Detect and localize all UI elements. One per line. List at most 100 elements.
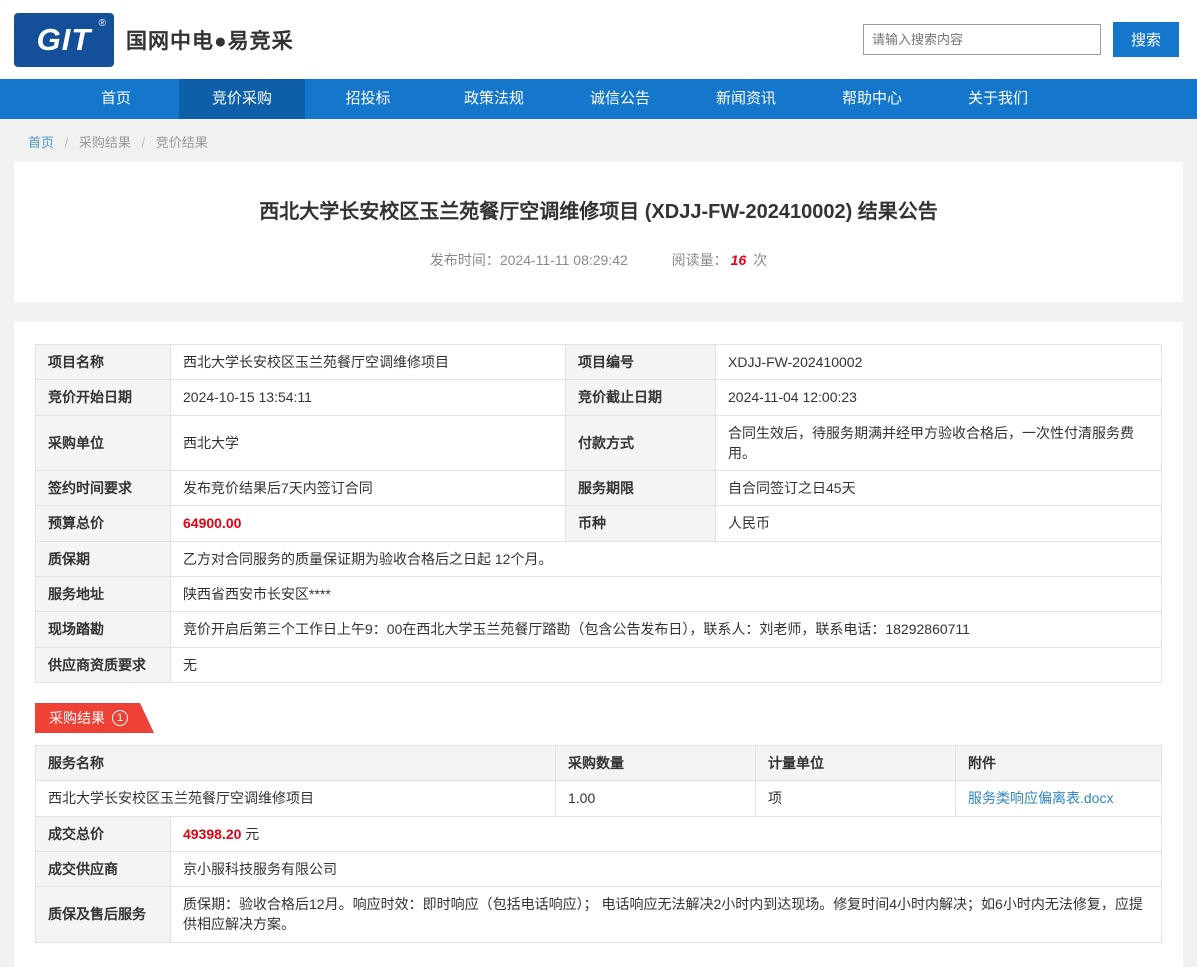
- table-row: 质保及售后服务 质保期：验收合格后12月。响应时效：即时响应（包括电话响应）； …: [35, 886, 1162, 943]
- info-label: 签约时间要求: [35, 470, 171, 507]
- publish-time-label: 发布时间：: [429, 252, 500, 268]
- info-label: 质保期: [35, 540, 171, 578]
- col-quantity: 采购数量: [555, 744, 756, 782]
- col-unit: 计量单位: [755, 744, 956, 782]
- info-label: 币种: [565, 505, 716, 542]
- attachment-cell: 服务类响应偏离表.docx: [955, 780, 1162, 817]
- info-value: 竞价开启后第三个工作日上午9：00在西北大学玉兰苑餐厅踏勘（包含公告发布日），联…: [170, 611, 1162, 648]
- nav-item-policies[interactable]: 政策法规: [431, 79, 557, 119]
- ribbon-number-badge: 1: [112, 710, 128, 726]
- nav-item-credit-notices[interactable]: 诚信公告: [557, 79, 683, 119]
- article-meta: 发布时间：2024-11-11 08:29:42 阅读量： 16 次: [74, 250, 1123, 270]
- git-logo[interactable]: GIT ®: [14, 12, 114, 67]
- col-service-name: 服务名称: [35, 744, 556, 782]
- info-value: 人民币: [715, 505, 1162, 542]
- table-row: 采购单位 西北大学 付款方式 合同生效后，待服务期满并经甲方验收合格后，一次性付…: [35, 414, 1162, 472]
- info-value: XDJJ-FW-202410002: [715, 343, 1162, 381]
- info-label: 供应商资质要求: [35, 646, 171, 683]
- table-row: 质保期 乙方对合同服务的质量保证期为验收合格后之日起 12个月。: [35, 540, 1162, 578]
- budget-total-value: 64900.00: [170, 505, 566, 542]
- project-info-table: 项目名称 西北大学长安校区玉兰苑餐厅空调维修项目 项目编号 XDJJ-FW-20…: [35, 343, 1162, 683]
- table-row: 现场踏勘 竞价开启后第三个工作日上午9：00在西北大学玉兰苑餐厅踏勘（包含公告发…: [35, 611, 1162, 648]
- publish-time-group: 发布时间：2024-11-11 08:29:42: [430, 252, 632, 268]
- warranty-value: 质保期：验收合格后12月。响应时效：即时响应（包括电话响应）； 电话响应无法解决…: [170, 886, 1162, 943]
- deal-price-cell: 49398.20 元: [170, 815, 1162, 852]
- info-value: 无: [170, 646, 1162, 683]
- info-value: 陕西省西安市长安区****: [170, 576, 1162, 613]
- result-ribbon: 采购结果 1: [35, 703, 154, 733]
- publish-time-value: 2024-11-11 08:29:42: [499, 252, 628, 268]
- deal-price-label: 成交总价: [35, 815, 171, 852]
- views-unit: 次: [753, 252, 768, 268]
- table-row: 西北大学长安校区玉兰苑餐厅空调维修项目 1.00 项 服务类响应偏离表.docx: [35, 780, 1162, 817]
- info-label: 项目编号: [565, 343, 716, 381]
- nav-item-home[interactable]: 首页: [53, 79, 179, 119]
- announcement-header-card: 西北大学长安校区玉兰苑餐厅空调维修项目 (XDJJ-FW-202410002) …: [14, 162, 1183, 302]
- info-label: 服务地址: [35, 576, 171, 613]
- unit-value: 项: [755, 780, 956, 817]
- info-label: 预算总价: [35, 505, 171, 542]
- info-value: 西北大学: [170, 414, 566, 472]
- info-label: 采购单位: [35, 414, 171, 472]
- info-label: 现场踏勘: [35, 611, 171, 648]
- table-header-row: 服务名称 采购数量 计量单位 附件: [35, 744, 1162, 782]
- table-row: 预算总价 64900.00 币种 人民币: [35, 505, 1162, 542]
- warranty-label: 质保及售后服务: [35, 886, 171, 943]
- nav-item-tenders[interactable]: 招投标: [305, 79, 431, 119]
- breadcrumb-bid-results: 竞价结果: [155, 135, 208, 150]
- breadcrumb-procurement-results[interactable]: 采购结果: [79, 135, 131, 150]
- announcement-body-card: 项目名称 西北大学长安校区玉兰苑餐厅空调维修项目 项目编号 XDJJ-FW-20…: [14, 322, 1183, 967]
- supplier-label: 成交供应商: [35, 850, 171, 888]
- search-bar: 搜索: [863, 22, 1179, 57]
- result-ribbon-row: 采购结果 1: [35, 703, 1162, 733]
- nav-item-about-us[interactable]: 关于我们: [935, 79, 1061, 119]
- info-label: 项目名称: [35, 343, 171, 381]
- info-label: 付款方式: [565, 414, 716, 472]
- nav-item-help-center[interactable]: 帮助中心: [809, 79, 935, 119]
- breadcrumb-separator: /: [141, 135, 146, 150]
- info-value: 合同生效后，待服务期满并经甲方验收合格后，一次性付清服务费用。: [715, 414, 1162, 472]
- main-nav: 首页 竞价采购 招投标 政策法规 诚信公告 新闻资讯 帮助中心 关于我们: [0, 79, 1197, 119]
- result-table: 服务名称 采购数量 计量单位 附件 西北大学长安校区玉兰苑餐厅空调维修项目 1.…: [35, 744, 1162, 943]
- attachment-link[interactable]: 服务类响应偏离表.docx: [968, 790, 1113, 806]
- breadcrumb-separator: /: [64, 135, 69, 150]
- supplier-value: 京小服科技服务有限公司: [170, 850, 1162, 888]
- result-ribbon-label: 采购结果: [49, 709, 105, 726]
- info-value: 2024-10-15 13:54:11: [170, 379, 566, 416]
- top-header: GIT ® 国网中电●易竞采 搜索: [0, 0, 1197, 79]
- deal-price-unit: 元: [245, 825, 260, 842]
- info-value: 西北大学长安校区玉兰苑餐厅空调维修项目: [170, 343, 566, 381]
- views-count: 16: [730, 252, 747, 268]
- nav-item-news[interactable]: 新闻资讯: [683, 79, 809, 119]
- views-group: 阅读量： 16 次: [672, 252, 767, 268]
- page-title: 西北大学长安校区玉兰苑餐厅空调维修项目 (XDJJ-FW-202410002) …: [259, 201, 938, 223]
- table-row: 服务地址 陕西省西安市长安区****: [35, 576, 1162, 613]
- breadcrumb-home[interactable]: 首页: [28, 135, 54, 150]
- table-row: 竞价开始日期 2024-10-15 13:54:11 竞价截止日期 2024-1…: [35, 379, 1162, 416]
- brand-group: GIT ® 国网中电●易竞采: [14, 12, 294, 67]
- table-row: 签约时间要求 发布竞价结果后7天内签订合同 服务期限 自合同签订之日45天: [35, 470, 1162, 507]
- info-value: 发布竞价结果后7天内签订合同: [170, 470, 566, 507]
- table-row: 供应商资质要求 无: [35, 646, 1162, 683]
- top-header-inner: GIT ® 国网中电●易竞采 搜索: [0, 0, 1197, 79]
- table-row: 成交供应商 京小服科技服务有限公司: [35, 850, 1162, 888]
- site-title: 国网中电●易竞采: [126, 29, 294, 53]
- service-name-value: 西北大学长安校区玉兰苑餐厅空调维修项目: [35, 780, 556, 817]
- info-label: 服务期限: [565, 470, 716, 507]
- search-button[interactable]: 搜索: [1113, 22, 1179, 57]
- table-row: 项目名称 西北大学长安校区玉兰苑餐厅空调维修项目 项目编号 XDJJ-FW-20…: [35, 343, 1162, 381]
- logo-text: GIT: [36, 21, 92, 57]
- registered-trademark-icon: ®: [98, 17, 107, 29]
- search-input[interactable]: [863, 24, 1101, 55]
- nav-item-bid-procurement[interactable]: 竞价采购: [179, 79, 305, 119]
- info-value: 2024-11-04 12:00:23: [715, 379, 1162, 416]
- info-value: 自合同签订之日45天: [715, 470, 1162, 507]
- table-row: 成交总价 49398.20 元: [35, 815, 1162, 852]
- col-attachment: 附件: [955, 744, 1162, 782]
- info-label: 竞价截止日期: [565, 379, 716, 416]
- deal-price-value: 49398.20: [183, 825, 242, 842]
- info-value: 乙方对合同服务的质量保证期为验收合格后之日起 12个月。: [170, 540, 1162, 578]
- quantity-value: 1.00: [555, 780, 756, 817]
- breadcrumb: 首页 / 采购结果 / 竞价结果: [0, 119, 1197, 162]
- info-label: 竞价开始日期: [35, 379, 171, 416]
